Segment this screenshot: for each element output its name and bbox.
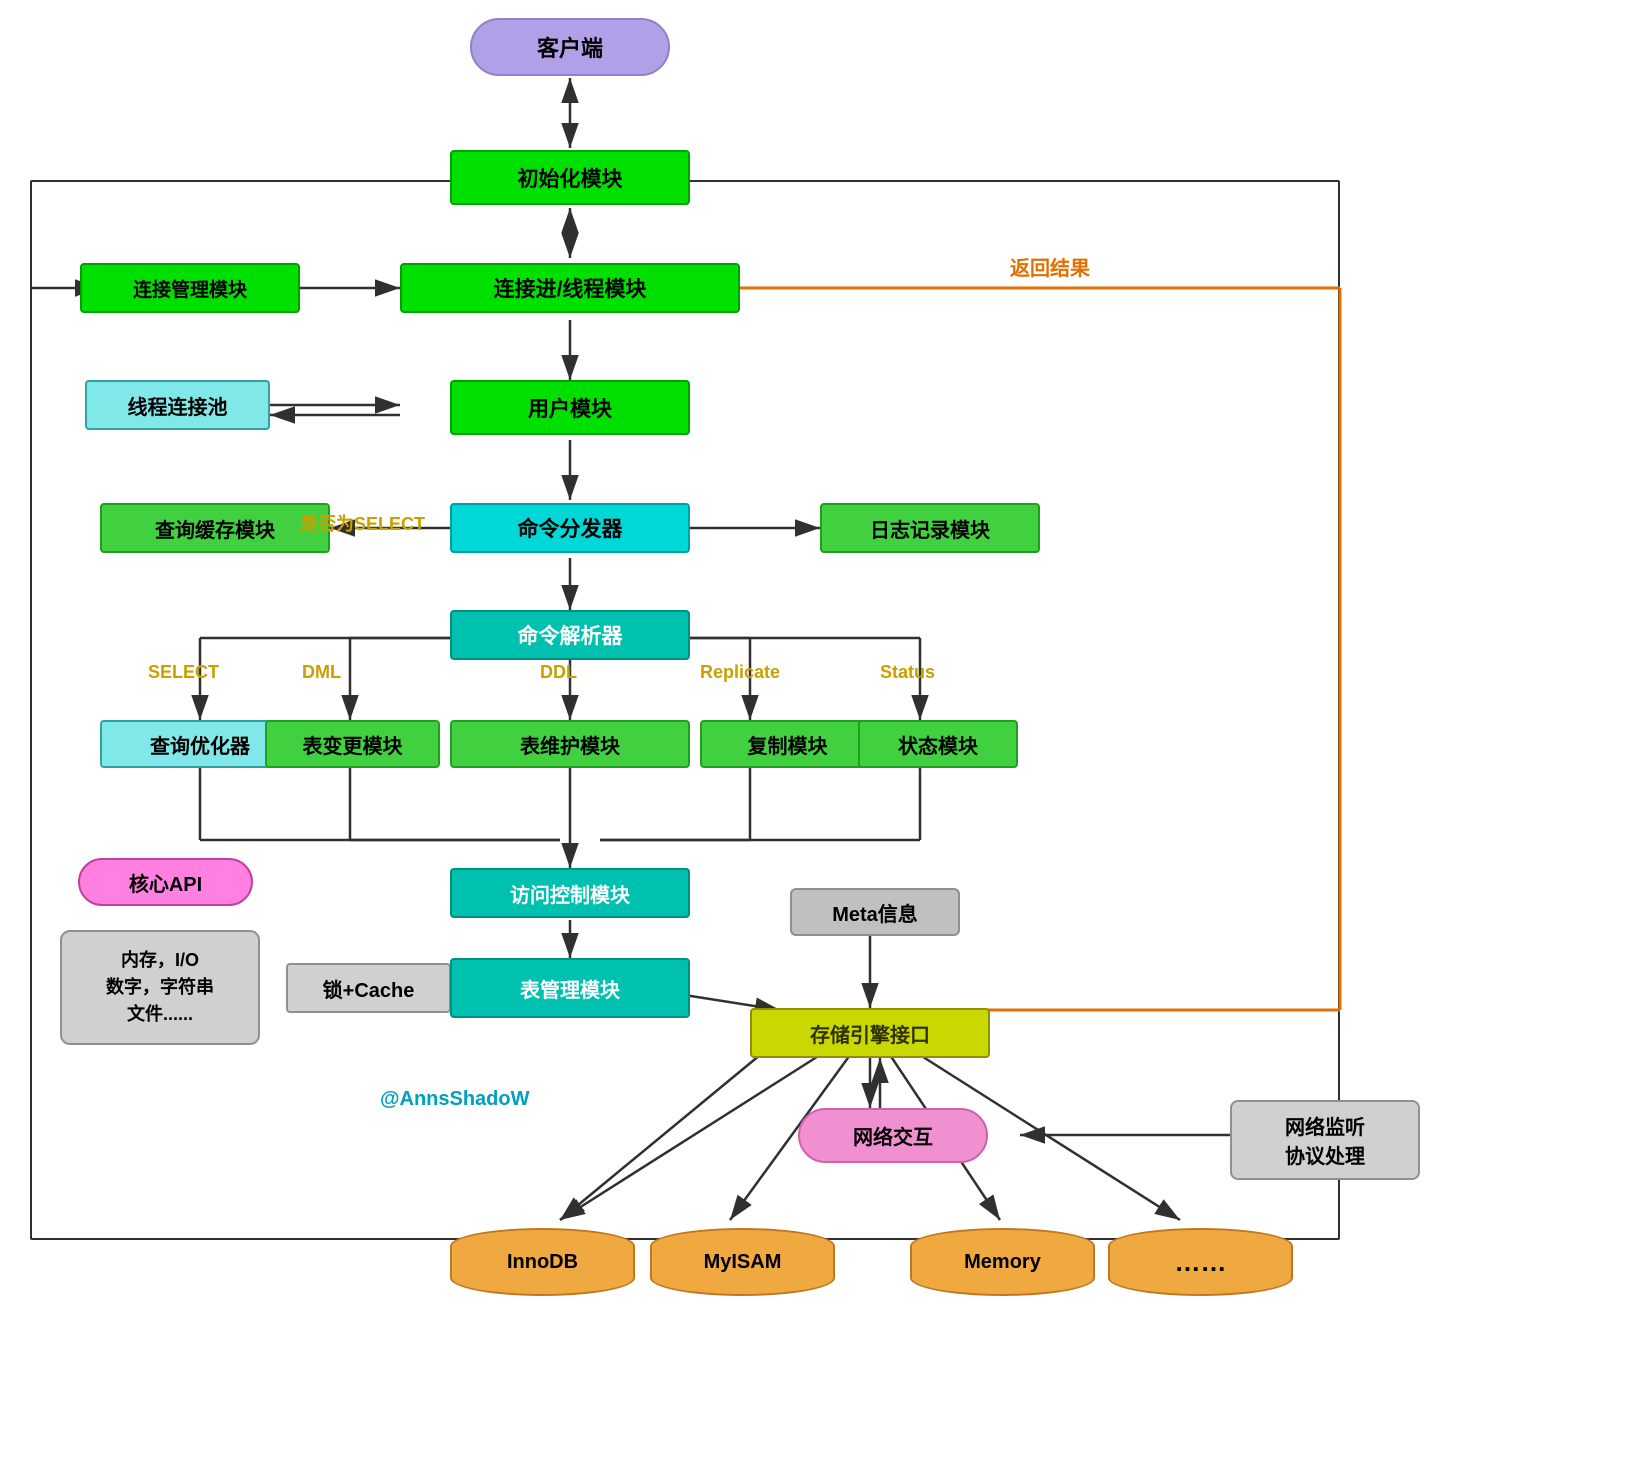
is-select-label: 是否为SELECT <box>300 510 425 536</box>
ellipsis-node: …… <box>1108 1228 1293 1296</box>
status-module-node: 状态模块 <box>858 720 1018 768</box>
dml-label: DML <box>302 662 341 683</box>
client-node: 客户端 <box>470 18 670 76</box>
select-label: SELECT <box>148 662 219 683</box>
myisam-node: MyISAM <box>650 1228 835 1296</box>
log-module-node: 日志记录模块 <box>820 503 1040 553</box>
lock-cache-node: 锁+Cache <box>286 963 451 1013</box>
innodb-node: InnoDB <box>450 1228 635 1296</box>
memory-io-node: 内存，I/O 数字，字符串 文件...... <box>60 930 260 1045</box>
user-module-node: 用户模块 <box>450 380 690 435</box>
table-maintenance-node: 表维护模块 <box>450 720 690 768</box>
network-interact-node: 网络交互 <box>798 1108 988 1163</box>
table-manager-node: 表管理模块 <box>450 958 690 1018</box>
diagram-container: 客户端 初始化模块 连接管理模块 连接进/线程模块 线程连接池 用户模块 查询缓… <box>0 0 1648 1473</box>
status-label: Status <box>880 662 935 683</box>
replication-node: 复制模块 <box>700 720 875 768</box>
thread-pool-node: 线程连接池 <box>85 380 270 430</box>
query-cache-node: 查询缓存模块 <box>100 503 330 553</box>
memory-node: Memory <box>910 1228 1095 1296</box>
watermark: @AnnsShadoW <box>380 1088 530 1111</box>
init-module-node: 初始化模块 <box>450 150 690 205</box>
connection-thread-node: 连接进/线程模块 <box>400 263 740 313</box>
table-change-node: 表变更模块 <box>265 720 440 768</box>
network-monitor-node: 网络监听 协议处理 <box>1230 1100 1420 1180</box>
command-parser-node: 命令解析器 <box>450 610 690 660</box>
ddl-label: DDL <box>540 662 577 683</box>
meta-info-node: Meta信息 <box>790 888 960 936</box>
connection-manager-node: 连接管理模块 <box>80 263 300 313</box>
command-dispatcher-node: 命令分发器 <box>450 503 690 553</box>
outer-border <box>30 180 1340 1240</box>
storage-interface-node: 存储引擎接口 <box>750 1008 990 1058</box>
core-api-node: 核心API <box>78 858 253 906</box>
replicate-label: Replicate <box>700 662 780 683</box>
access-control-node: 访问控制模块 <box>450 868 690 918</box>
return-result-label: 返回结果 <box>1010 252 1090 281</box>
